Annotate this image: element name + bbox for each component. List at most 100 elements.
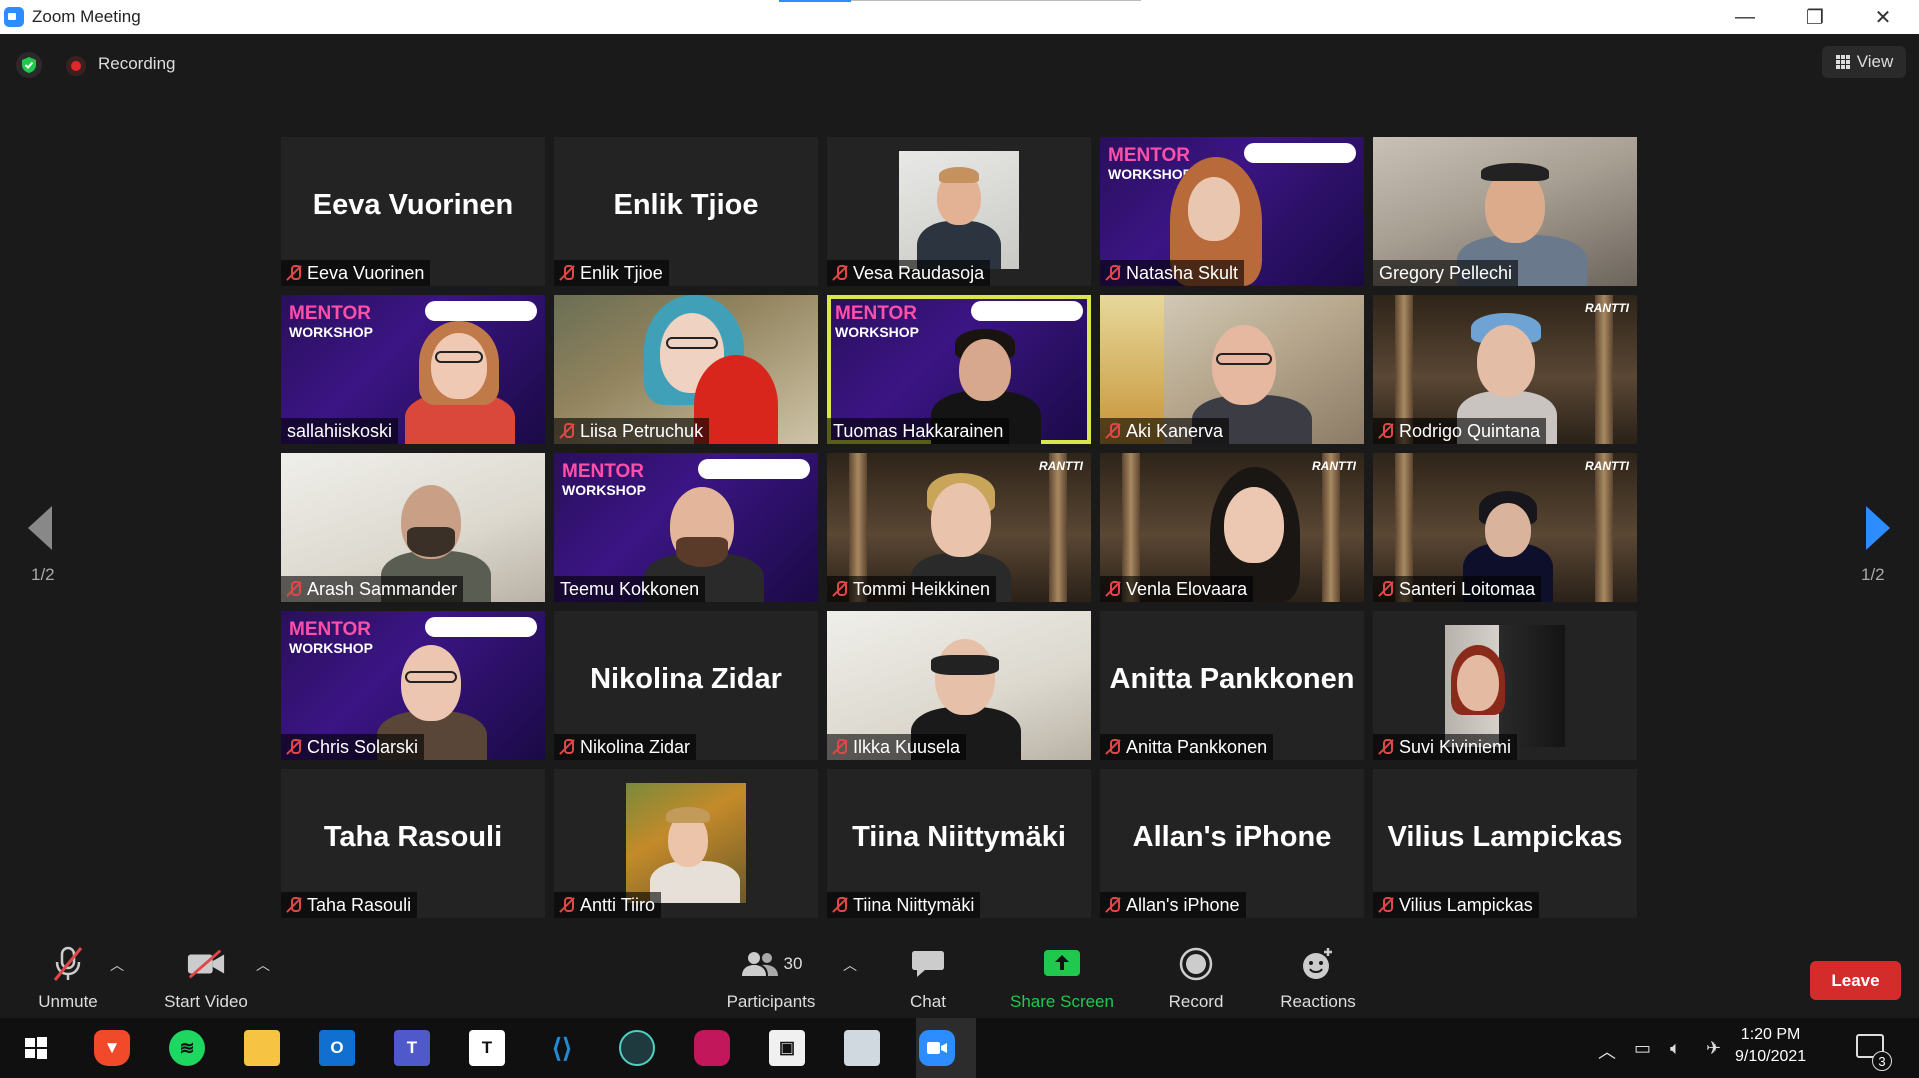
spotify-icon[interactable]: ≋ [169, 1030, 205, 1066]
mic-muted-icon [1379, 739, 1393, 755]
participant-name: Allan's iPhone [1126, 894, 1240, 915]
participant-tile[interactable]: Vilius Lampickas Vilius Lampickas [1373, 769, 1637, 918]
participant-tile[interactable]: Liisa Petruchuk [554, 295, 818, 444]
participant-name-bar: Antti Tiiro [554, 892, 662, 918]
database-app-icon[interactable] [694, 1030, 730, 1066]
tray-overflow-chevron-icon[interactable]: ︿ [1598, 1038, 1616, 1064]
audio-options-caret-icon[interactable]: ︿ [110, 955, 124, 975]
participant-tile[interactable]: Nikolina Zidar Nikolina Zidar [554, 611, 818, 760]
participant-name-bar: Vesa Raudasoja [827, 260, 991, 286]
chat-button[interactable]: Chat [895, 938, 961, 1018]
mic-muted-icon [833, 897, 847, 913]
mic-muted-icon [560, 739, 574, 755]
participants-button[interactable]: 30 Participants [716, 938, 826, 1018]
restore-button[interactable]: ❐ [1780, 0, 1850, 34]
recording-indicator-icon[interactable] [66, 56, 86, 76]
start-video-button[interactable]: Start Video [150, 938, 262, 1018]
participant-tile[interactable]: Taha Rasouli Taha Rasouli [281, 769, 545, 918]
outlook-icon[interactable]: O [319, 1030, 355, 1066]
airplane-mode-icon[interactable]: ✈︎ [1706, 1038, 1721, 1059]
security-shield-icon[interactable] [16, 52, 42, 78]
unmute-label: Unmute [38, 992, 98, 1011]
participants-icon: 30 [731, 944, 811, 984]
video-off-icon [186, 944, 226, 984]
mic-muted-icon [833, 265, 847, 281]
participant-tile[interactable]: Antti Tiiro [554, 769, 818, 918]
mentor-workshop-logo: MENTOR WORKSHOP [289, 303, 373, 340]
view-button[interactable]: View [1822, 46, 1906, 78]
mic-muted-icon [1106, 739, 1120, 755]
participant-tile[interactable]: MENTOR WORKSHOP Teemu Kokkonen [554, 453, 818, 602]
participant-tile[interactable]: Vesa Raudasoja [827, 137, 1091, 286]
mentor-workshop-logo: MENTOR WORKSHOP [289, 619, 373, 656]
participant-tile[interactable]: RANTTI Rodrigo Quintana [1373, 295, 1637, 444]
video-options-caret-icon[interactable]: ︿ [256, 955, 270, 975]
close-button[interactable]: ✕ [1848, 0, 1918, 34]
participants-options-caret-icon[interactable]: ︿ [843, 955, 857, 975]
mentor-workshop-logo: MENTOR WORKSHOP [562, 461, 646, 498]
reactions-button[interactable]: Reactions [1268, 938, 1368, 1018]
participant-tile[interactable]: Eeva Vuorinen Eeva Vuorinen [281, 137, 545, 286]
minimize-button[interactable]: — [1710, 0, 1780, 34]
unmute-button[interactable]: Unmute [24, 938, 112, 1018]
participant-tile[interactable]: Ilkka Kuusela [827, 611, 1091, 760]
participant-name: Taha Rasouli [307, 894, 412, 915]
participant-tile[interactable]: RANTTI Santeri Loitomaa [1373, 453, 1637, 602]
participant-tile[interactable]: Enlik Tjioe Enlik Tjioe [554, 137, 818, 286]
participant-tile[interactable]: MENTOR WORKSHOP Natasha Skult [1100, 137, 1364, 286]
windows-start-icon[interactable] [18, 1030, 54, 1066]
participant-tile[interactable]: Anitta Pankkonen Anitta Pankkonen [1100, 611, 1364, 760]
file-explorer-icon[interactable] [244, 1030, 280, 1066]
notification-count-badge: 3 [1872, 1051, 1892, 1071]
view-label: View [1856, 52, 1894, 71]
participant-tile[interactable]: Tiina Niittymäki Tiina Niittymäki [827, 769, 1091, 918]
share-screen-button[interactable]: Share Screen [1000, 938, 1124, 1018]
teams-icon[interactable]: T [394, 1030, 430, 1066]
participant-name-bar: Taha Rasouli [281, 892, 418, 918]
participant-tile[interactable]: RANTTI Venla Elovaara [1100, 453, 1364, 602]
participant-name: Rodrigo Quintana [1399, 420, 1541, 441]
volume-icon[interactable]: 🔈︎ [1670, 1038, 1681, 1059]
participant-name: Nikolina Zidar [580, 736, 691, 757]
next-page-arrow-icon[interactable] [1866, 506, 1890, 550]
image-viewer-icon[interactable]: ▣ [769, 1030, 805, 1066]
mic-muted-icon [287, 739, 301, 755]
mic-muted-icon [287, 581, 301, 597]
participant-video [626, 783, 746, 903]
leave-button[interactable]: Leave [1810, 961, 1901, 1000]
grid-icon [1835, 55, 1850, 69]
participant-tile[interactable]: Gregory Pellechi [1373, 137, 1637, 286]
participant-name: Santeri Loitomaa [1399, 578, 1536, 599]
participant-name: Tiina Niittymäki [853, 894, 975, 915]
participant-name-bar: Natasha Skult [1100, 260, 1245, 286]
vscode-icon[interactable]: ⟨⟩ [544, 1030, 580, 1066]
participant-name: Antti Tiiro [580, 894, 656, 915]
notes-app-icon[interactable] [844, 1030, 880, 1066]
typora-icon[interactable]: T [469, 1030, 505, 1066]
participant-tile-active-speaker[interactable]: MENTOR WORKSHOP Tuomas Hakkarainen [827, 295, 1091, 444]
brave-browser-icon[interactable]: ▼ [94, 1030, 130, 1066]
participant-tile[interactable]: Suvi Kiviniemi [1373, 611, 1637, 760]
participant-tile[interactable]: MENTOR WORKSHOP sallahiiskoski [281, 295, 545, 444]
participant-tile[interactable]: Aki Kanerva [1100, 295, 1364, 444]
participant-big-name: Vilius Lampickas [1387, 821, 1623, 853]
participant-name-bar: Teemu Kokkonen [554, 576, 706, 602]
participant-tile[interactable]: Arash Sammander [281, 453, 545, 602]
zoom-taskbar-icon[interactable] [919, 1030, 955, 1066]
participant-big-name: Nikolina Zidar [590, 663, 782, 695]
participant-big-name: Tiina Niittymäki [852, 821, 1066, 853]
battery-icon[interactable]: ▭ [1634, 1038, 1651, 1059]
participant-big-name: Eeva Vuorinen [312, 189, 514, 221]
mic-muted-icon [560, 423, 574, 439]
participant-tile[interactable]: MENTOR WORKSHOP Chris Solarski [281, 611, 545, 760]
gitkraken-icon[interactable] [619, 1030, 655, 1066]
taskbar-clock[interactable]: 1:20 PM 9/10/2021 [1735, 1024, 1806, 1068]
mentor-workshop-logo: MENTOR WORKSHOP [1108, 145, 1192, 182]
participant-name-bar: Enlik Tjioe [554, 260, 669, 286]
previous-page-arrow-icon[interactable] [28, 506, 52, 550]
participant-tile[interactable]: Allan's iPhone Allan's iPhone [1100, 769, 1364, 918]
window-title: Zoom Meeting [32, 7, 141, 26]
record-button[interactable]: Record [1156, 938, 1236, 1018]
participant-name: Vesa Raudasoja [853, 262, 985, 283]
participant-tile[interactable]: RANTTI Tommi Heikkinen [827, 453, 1091, 602]
